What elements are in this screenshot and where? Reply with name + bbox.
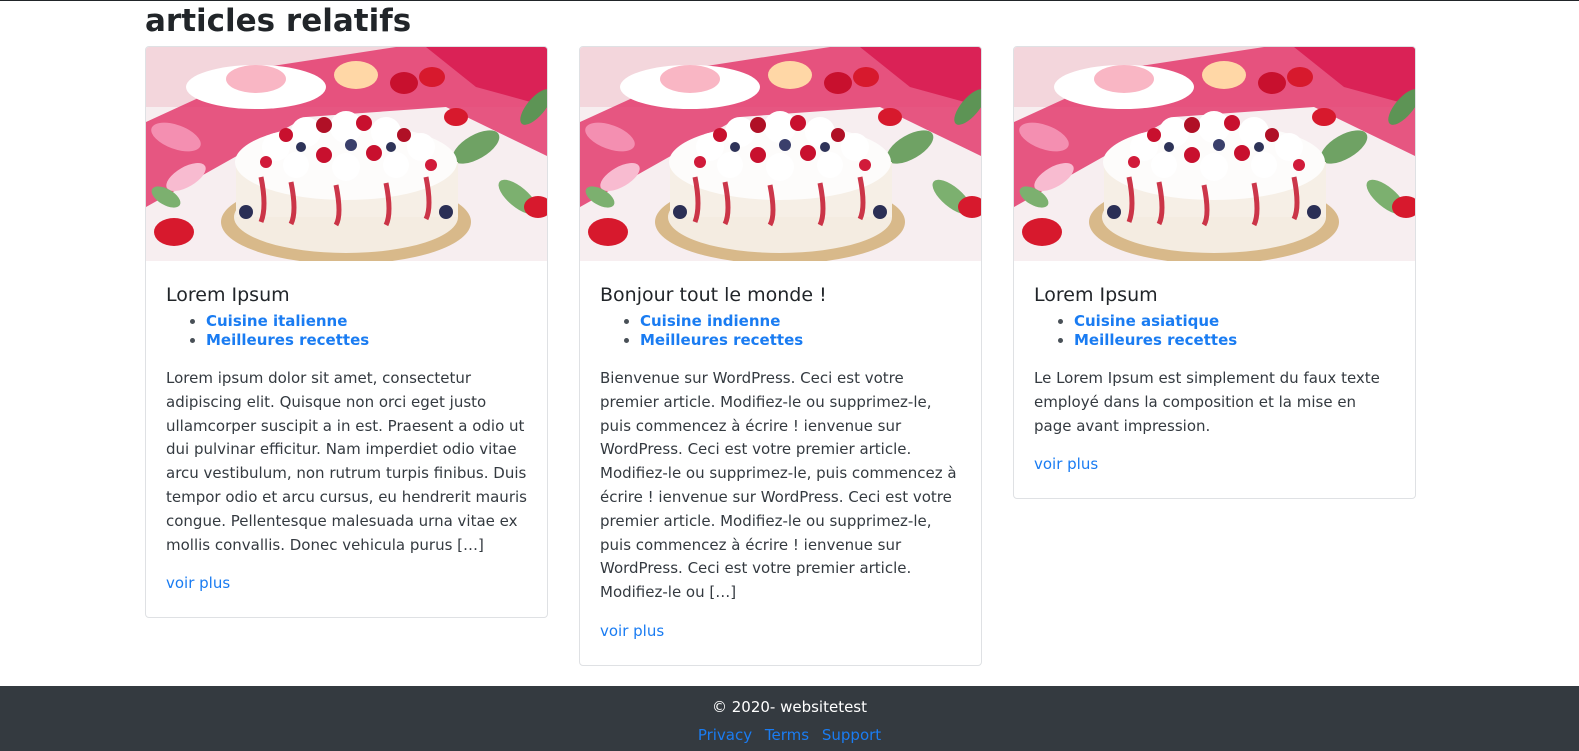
article-excerpt: Lorem ipsum dolor sit amet, consectetur … <box>166 369 527 554</box>
article-card: Lorem Ipsum Cuisine italienne Meilleures… <box>145 46 548 619</box>
article-image[interactable] <box>1014 47 1416 261</box>
copyright-text: © 2020- websitetest <box>711 698 868 716</box>
category-item: Meilleures recettes <box>1074 331 1395 350</box>
category-link[interactable]: Meilleures recettes <box>640 331 803 349</box>
category-link[interactable]: Cuisine asiatique <box>1074 312 1219 330</box>
support-link[interactable]: Support <box>822 726 881 744</box>
article-image[interactable] <box>146 47 548 261</box>
category-list: Cuisine indienne Meilleures recettes <box>600 312 961 350</box>
footer-links: Privacy Terms Support <box>0 726 1579 744</box>
article-title[interactable]: Lorem Ipsum <box>166 283 527 307</box>
article-excerpt: Bienvenue sur WordPress. Ceci est votre … <box>600 369 957 602</box>
related-articles: Lorem Ipsum Cuisine italienne Meilleures… <box>145 46 1419 666</box>
category-list: Cuisine asiatique Meilleures recettes <box>1034 312 1395 350</box>
article-image[interactable] <box>580 47 982 261</box>
category-item: Cuisine italienne <box>206 312 527 331</box>
card-body: Lorem Ipsum Cuisine italienne Meilleures… <box>146 261 547 617</box>
category-link[interactable]: Cuisine indienne <box>640 312 780 330</box>
read-more-link[interactable]: voir plus <box>166 572 230 595</box>
category-item: Meilleures recettes <box>640 331 961 350</box>
card-body: Bonjour tout le monde ! Cuisine indienne… <box>580 261 981 665</box>
article-card: Bonjour tout le monde ! Cuisine indienne… <box>579 46 982 666</box>
card-body: Lorem Ipsum Cuisine asiatique Meilleures… <box>1014 261 1415 498</box>
section-title: articles relatifs <box>145 3 412 39</box>
article-title[interactable]: Bonjour tout le monde ! <box>600 283 961 307</box>
read-more-link[interactable]: voir plus <box>600 620 664 643</box>
article-title[interactable]: Lorem Ipsum <box>1034 283 1395 307</box>
article-card: Lorem Ipsum Cuisine asiatique Meilleures… <box>1013 46 1416 500</box>
top-border <box>0 0 1579 1</box>
category-link[interactable]: Meilleures recettes <box>206 331 369 349</box>
privacy-link[interactable]: Privacy <box>698 726 752 744</box>
terms-link[interactable]: Terms <box>765 726 809 744</box>
site-footer: © 2020- websitetest Privacy Terms Suppor… <box>0 686 1579 751</box>
category-item: Cuisine indienne <box>640 312 961 331</box>
category-link[interactable]: Meilleures recettes <box>1074 331 1237 349</box>
category-list: Cuisine italienne Meilleures recettes <box>166 312 527 350</box>
read-more-link[interactable]: voir plus <box>1034 453 1098 476</box>
category-item: Meilleures recettes <box>206 331 527 350</box>
category-item: Cuisine asiatique <box>1074 312 1395 331</box>
article-excerpt: Le Lorem Ipsum est simplement du faux te… <box>1034 369 1380 435</box>
category-link[interactable]: Cuisine italienne <box>206 312 347 330</box>
